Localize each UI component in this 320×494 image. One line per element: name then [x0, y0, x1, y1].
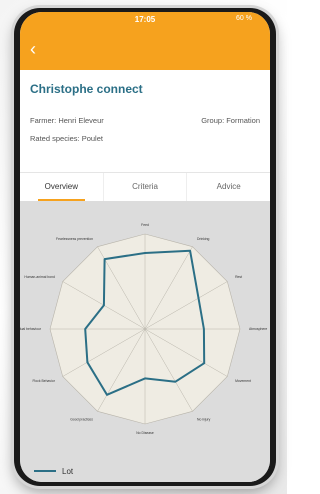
axis-label: Atmosphere [249, 327, 267, 331]
back-button[interactable]: ‹ [30, 40, 48, 58]
axis-label: Fearlessness prevention [56, 237, 93, 241]
chart-legend: Lot [34, 464, 73, 478]
farmer-label: Farmer: Henri Eleveur [30, 116, 104, 125]
app-screen: 17:05 60 % ‹ Christophe connect Farmer: … [20, 12, 270, 482]
tab-advice[interactable]: Advice [186, 173, 270, 201]
axis-label: Flock Behavior [32, 379, 55, 383]
axis-label: Good practices [70, 417, 93, 421]
page-title: Christophe connect [30, 82, 143, 96]
axis-label: No injury [197, 417, 211, 421]
radar-chart-area: Feed Drinking Rest Atmosphere Movement No inj… [20, 201, 270, 482]
chevron-left-icon: ‹ [30, 39, 36, 59]
axis-label: Human-animal bond [24, 275, 55, 279]
axis-label: Individual behaviour [20, 327, 42, 331]
axis-label: Rest [235, 275, 242, 279]
status-indicators: 60 % [236, 15, 252, 22]
status-time: 17:05 [134, 15, 156, 24]
group-label: Group: Formation [201, 116, 260, 125]
app-header: 17:05 60 % ‹ [20, 12, 270, 70]
info-card: Christophe connect Farmer: Henri Eleveur… [20, 70, 270, 170]
axis-label: Movement [235, 379, 251, 383]
radar-chart: Feed Drinking Rest Atmosphere Movement No inj… [20, 223, 267, 435]
axis-label: Feed [141, 223, 149, 227]
axis-label: No Disease [136, 431, 154, 435]
axis-label: Drinking [197, 237, 210, 241]
tab-criteria[interactable]: Criteria [102, 173, 187, 201]
phone-frame: 17:05 60 % ‹ Christophe connect Farmer: … [14, 8, 276, 486]
tab-overview[interactable]: Overview [20, 173, 103, 201]
legend-label: Lot [62, 466, 74, 476]
device-background: 17:05 60 % ‹ Christophe connect Farmer: … [0, 0, 287, 494]
tab-bar: Overview Criteria Advice [20, 172, 270, 202]
legend-swatch [34, 470, 56, 472]
species-label: Rated species: Poulet [30, 134, 103, 143]
